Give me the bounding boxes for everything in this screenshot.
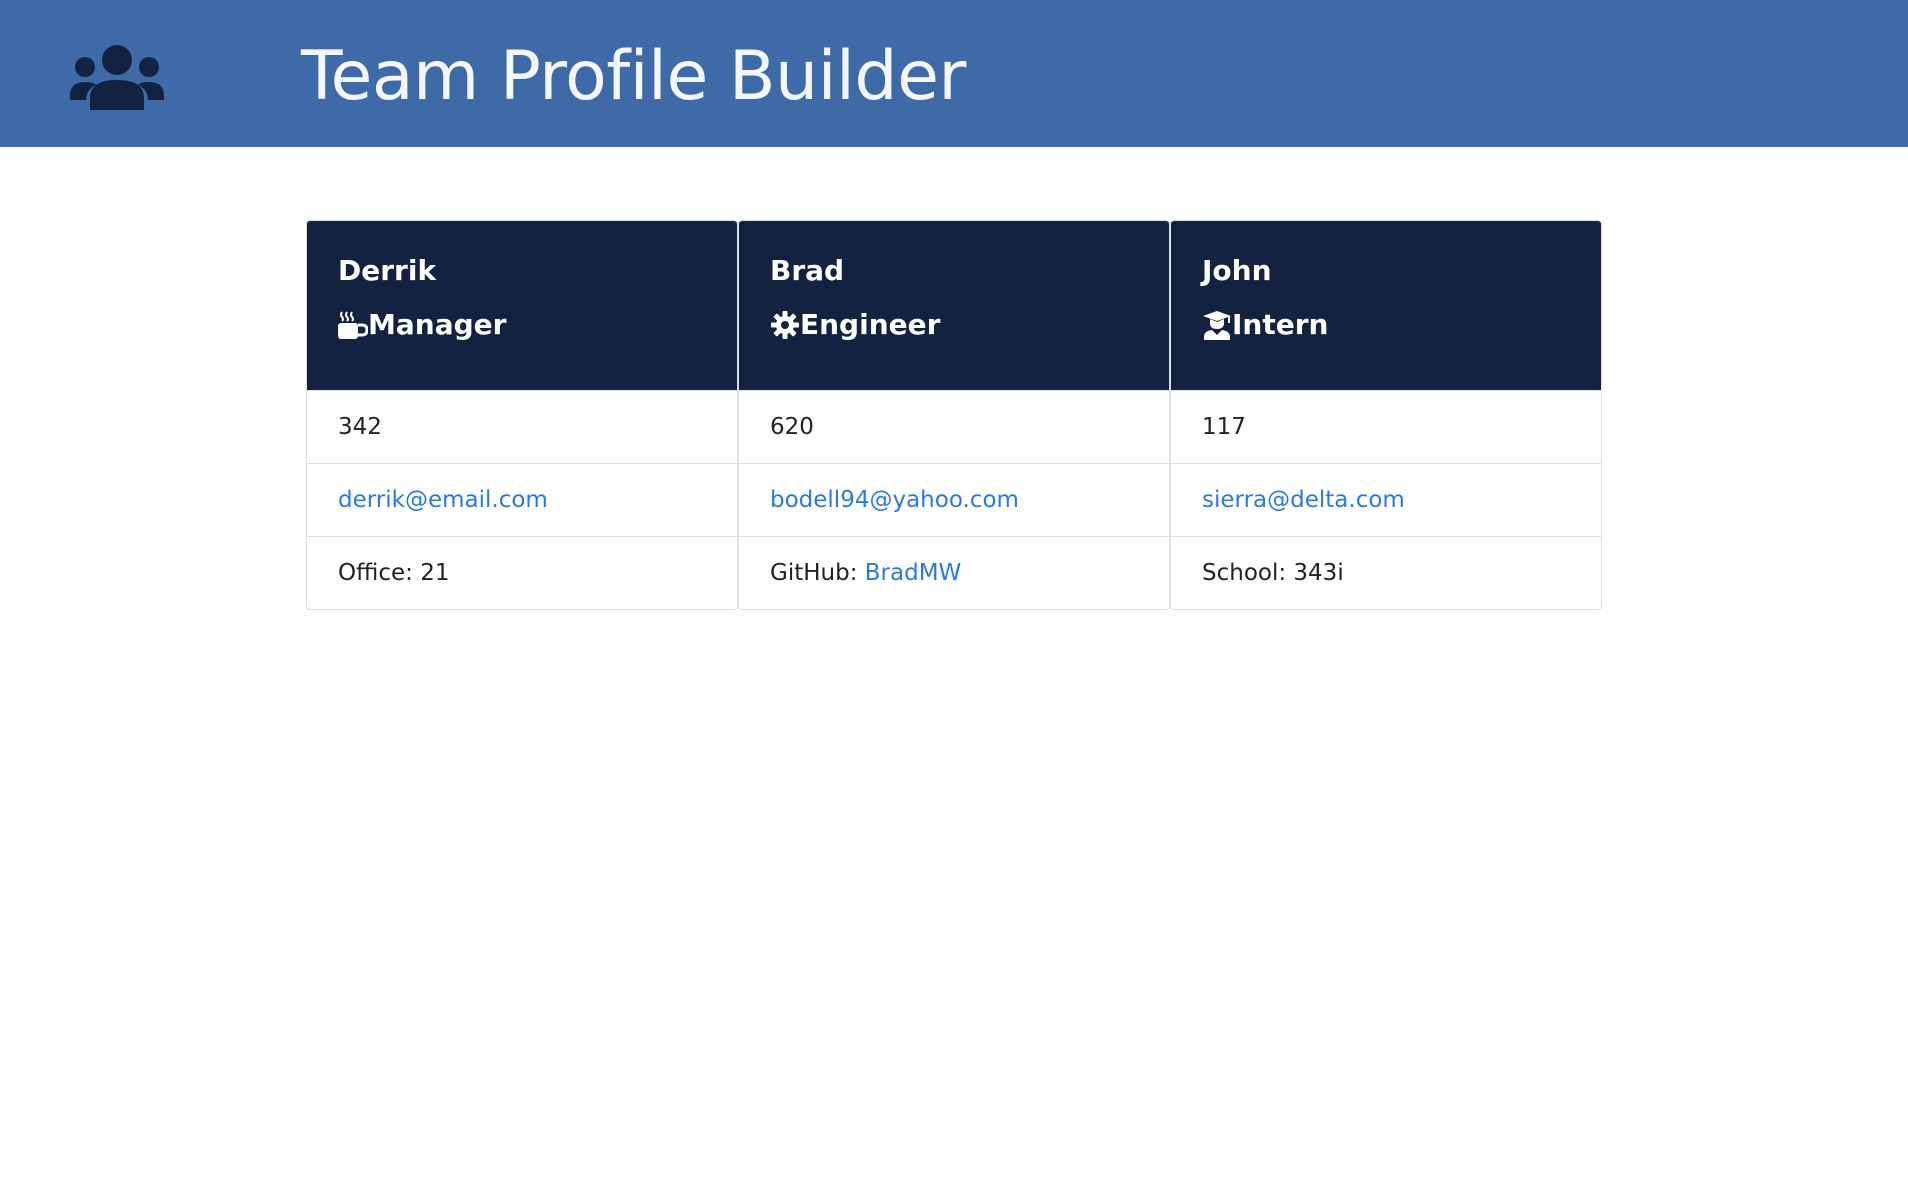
employee-id: 342 <box>307 390 737 463</box>
employee-card-engineer: Brad Engineer 620 bodell94@yahoo.com Git… <box>738 220 1170 610</box>
employee-role: Intern <box>1202 307 1328 343</box>
card-header: Brad Engineer <box>739 221 1169 390</box>
employee-name: Derrik <box>338 254 437 287</box>
employee-card-manager: Derrik Manager 342 derrik@email.com Offi… <box>306 220 738 610</box>
card-header: John Intern <box>1171 221 1601 390</box>
graduate-icon <box>1203 311 1231 340</box>
gear-icon <box>771 311 799 339</box>
employee-role: Engineer <box>770 307 940 343</box>
employee-email-link[interactable]: derrik@email.com <box>338 487 548 513</box>
employee-github-row: GitHub: BradMW <box>739 536 1169 609</box>
employee-card-intern: John Intern 117 sierra@delta.com School:… <box>1170 220 1602 610</box>
github-label: GitHub: <box>770 560 865 586</box>
github-link[interactable]: BradMW <box>865 560 962 586</box>
employee-email-link[interactable]: bodell94@yahoo.com <box>770 487 1019 513</box>
employee-school: School: 343i <box>1171 536 1601 609</box>
employee-office: Office: 21 <box>307 536 737 609</box>
team-cards: Derrik Manager 342 derrik@email.com Offi… <box>306 220 1602 612</box>
employee-name: Brad <box>770 254 845 287</box>
mug-hot-icon <box>338 311 368 339</box>
employee-email-link[interactable]: sierra@delta.com <box>1202 487 1405 513</box>
employee-email-row: bodell94@yahoo.com <box>739 463 1169 536</box>
employee-name: John <box>1202 254 1272 287</box>
employee-id: 620 <box>739 390 1169 463</box>
page-header: Team Profile Builder <box>0 0 1908 147</box>
employee-id: 117 <box>1171 390 1601 463</box>
employee-email-row: sierra@delta.com <box>1171 463 1601 536</box>
role-label: Intern <box>1232 308 1329 341</box>
role-label: Engineer <box>800 308 941 341</box>
employee-email-row: derrik@email.com <box>307 463 737 536</box>
card-header: Derrik Manager <box>307 221 737 390</box>
users-icon <box>70 45 164 110</box>
page-title: Team Profile Builder <box>301 37 966 116</box>
role-label: Manager <box>368 308 507 341</box>
employee-role: Manager <box>338 307 506 343</box>
